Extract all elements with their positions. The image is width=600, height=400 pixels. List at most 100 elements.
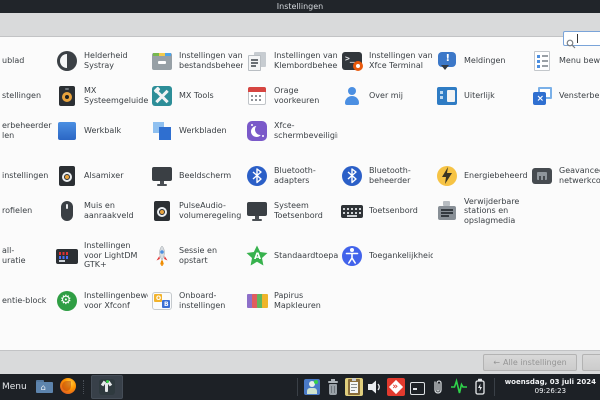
taskbar: Menu ⌂ » woensdag, 03 juli 2024 09:26:23 <box>0 374 600 400</box>
lightdm-icon <box>55 244 79 268</box>
settings-item[interactable]: Systeem Toetsenbord <box>245 196 340 226</box>
window-manager-icon: × <box>530 84 554 108</box>
tb-blue-app-icon[interactable] <box>303 378 321 396</box>
screensaver-icon <box>245 119 269 143</box>
settings-item-label: Muis en aanraakveld <box>84 201 148 220</box>
terminal-icon: >_ <box>340 49 364 73</box>
settings-item[interactable]: ×Vensterbeheerder <box>530 81 600 111</box>
rocket-icon <box>150 244 174 268</box>
bluetooth-icon <box>340 164 364 188</box>
settings-item[interactable]: Werkbladen <box>150 116 245 146</box>
settings-item[interactable]: Geavanceerde netwerkconfiguratie <box>530 161 600 191</box>
settings-item[interactable]: Beeldscherm <box>150 161 245 191</box>
settings-item[interactable]: MX Tools <box>150 81 245 111</box>
settings-item[interactable]: Orage voorkeuren <box>245 81 340 111</box>
settings-item[interactable]: Helderheid Systray <box>55 46 150 76</box>
settings-item[interactable]: Over mij <box>340 81 435 111</box>
settings-item-label: Orage voorkeuren <box>274 86 338 105</box>
tray-separator <box>297 378 298 396</box>
partial-button[interactable] <box>582 354 600 371</box>
settings-item[interactable]: Verwijderbare stations en opslagmedia <box>435 196 530 226</box>
tb-volume-icon[interactable] <box>366 378 384 396</box>
settings-group: all- uratieInstellingen voor LightDM GTK… <box>0 241 600 271</box>
settings-item[interactable]: Muis en aanraakveld <box>55 196 150 226</box>
settings-item-label: Meldingen <box>464 56 528 66</box>
settings-item[interactable]: Werkbalk <box>55 116 150 146</box>
settings-item[interactable]: Instellingen van bestandsbeheerder <box>150 46 245 76</box>
settings-item[interactable]: Toetsenbord <box>340 196 435 226</box>
settings-item[interactable]: stellingen <box>0 81 55 111</box>
brightness-icon <box>55 49 79 73</box>
settings-item-label: Instellingenbewerk voor Xfconf <box>84 291 148 310</box>
appearance-icon <box>435 84 459 108</box>
tb-window-icon[interactable] <box>408 378 426 396</box>
settings-item-label: erbeheerder len <box>2 121 55 140</box>
settings-item[interactable]: Instellingen voor LightDM GTK+ aanmeldsc… <box>55 241 150 271</box>
settings-item[interactable]: PulseAudio-volumeregeling <box>150 196 245 226</box>
settings-group: ublad Helderheid Systray Instellingen van … <box>0 46 600 146</box>
settings-item-label: Werkbalk <box>84 126 148 136</box>
display-icon <box>150 164 174 188</box>
settings-item-label: Beeldscherm <box>179 171 243 181</box>
settings-item[interactable]: all- uratie <box>0 241 55 271</box>
settings-item[interactable]: Toegankelijkheid <box>340 241 435 271</box>
settings-item-label: Toegankelijkheid <box>369 251 433 261</box>
settings-item[interactable]: Energiebeheerder <box>435 161 530 191</box>
settings-item[interactable]: Alsamixer <box>55 161 150 191</box>
settings-item-label: PulseAudio-volumeregeling <box>179 201 243 220</box>
onboard-icon: OB <box>150 289 174 313</box>
settings-item[interactable]: Menu bewerken <box>530 46 600 76</box>
tb-pulse-icon[interactable] <box>450 378 468 396</box>
tb-mx-updater-icon[interactable]: » <box>387 378 405 396</box>
settings-item-label: Helderheid Systray <box>84 51 148 70</box>
tb-paperclip-icon[interactable] <box>429 378 447 396</box>
toolbar <box>0 13 600 37</box>
settings-item-label: rofielen <box>2 206 55 216</box>
file-manager-launcher[interactable]: ⌂ <box>35 377 55 397</box>
settings-item[interactable]: ⚙ Instellingenbewerk voor Xfconf <box>55 286 150 316</box>
settings-item-label: Menu bewerken <box>559 56 600 66</box>
settings-item[interactable]: MX Systeemgeluiden <box>55 81 150 111</box>
settings-item[interactable]: AStandaardtoepassingen <box>245 241 340 271</box>
settings-item-label: Bluetooth-beheerder <box>369 166 433 185</box>
bluetooth-icon <box>245 164 269 188</box>
settings-item[interactable]: Uiterlijk <box>435 81 530 111</box>
settings-item-label: all- uratie <box>2 246 55 265</box>
back-arrow-icon: ← <box>493 358 500 367</box>
settings-item-label: Instellingen van Xfce Terminal <box>369 51 433 70</box>
active-task-settings[interactable] <box>91 375 123 399</box>
tb-battery-icon[interactable] <box>471 378 489 396</box>
menu-button[interactable]: Menu <box>2 382 27 392</box>
speaker-ring-icon <box>150 199 174 223</box>
keyboard-icon <box>340 199 364 223</box>
xfconf-icon: ⚙ <box>55 289 79 313</box>
settings-grid: ublad Helderheid Systray Instellingen van … <box>0 46 600 331</box>
calendar-icon <box>245 84 269 108</box>
settings-item[interactable]: rofielen <box>0 196 55 226</box>
settings-item[interactable]: >_ Instellingen van Xfce Terminal <box>340 46 435 76</box>
settings-item-label: Instellingen van bestandsbeheerder <box>179 51 243 70</box>
firefox-launcher[interactable] <box>59 377 79 397</box>
settings-item[interactable]: Bluetooth-adapters <box>245 161 340 191</box>
settings-item[interactable]: Papirus Mapkleuren <box>245 286 340 316</box>
settings-item[interactable]: erbeheerder len <box>0 116 55 146</box>
settings-item[interactable]: !Meldingen <box>435 46 530 76</box>
settings-item[interactable]: OBOnboard-instellingen <box>150 286 245 316</box>
tb-clipboard-icon[interactable] <box>345 378 363 396</box>
settings-item[interactable]: Xfce-schermbeveiliging <box>245 116 340 146</box>
menu-editor-icon <box>530 49 554 73</box>
settings-item[interactable]: Instellingen van Klembordbeheer <box>245 46 340 76</box>
settings-item[interactable]: Sessie en opstart <box>150 241 245 271</box>
settings-item[interactable]: instellingen <box>0 161 55 191</box>
settings-item[interactable]: entie-block <box>0 286 55 316</box>
settings-item-label: Over mij <box>369 91 433 101</box>
clock[interactable]: woensdag, 03 juli 2024 09:26:23 <box>500 378 600 396</box>
settings-item[interactable]: Bluetooth-beheerder <box>340 161 435 191</box>
settings-item-label: Sessie en opstart <box>179 246 243 265</box>
all-settings-button[interactable]: ← Alle instellingen <box>483 354 577 371</box>
settings-item-label: Standaardtoepassingen <box>274 251 338 261</box>
settings-item-label: entie-block <box>2 296 55 306</box>
tb-trash-icon[interactable] <box>324 378 342 396</box>
title-bar[interactable]: Instellingen <box>0 0 600 13</box>
settings-item[interactable]: ublad <box>0 46 55 76</box>
